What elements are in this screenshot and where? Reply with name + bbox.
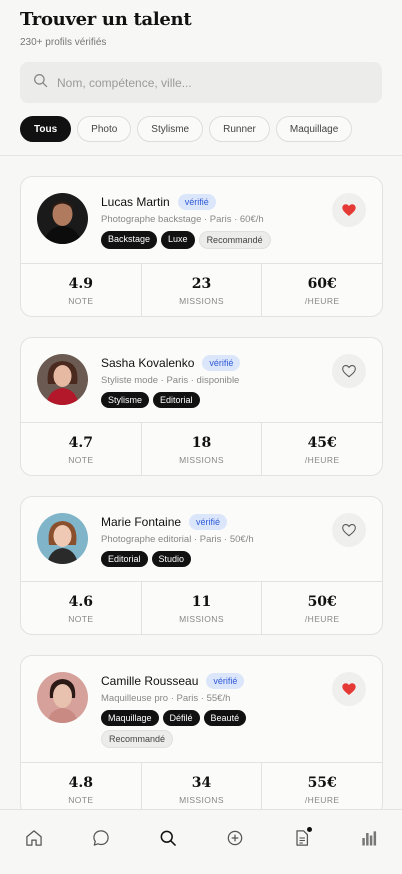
verified-badge: vérifié	[206, 673, 245, 689]
talent-meta: Styliste mode · Paris · disponible	[101, 375, 240, 386]
stat-note-label: NOTE	[68, 614, 94, 624]
tag: Stylisme	[101, 392, 150, 408]
recommended-tag: Recommandé	[198, 231, 271, 249]
stat-rate-label: /HEURE	[304, 614, 340, 624]
notification-dot	[306, 827, 312, 832]
chat-icon	[92, 830, 109, 846]
header: Trouver un talent 230+ profils vérifiés	[0, 0, 402, 48]
talent-card[interactable]: Lucas Martin vérifié Photographe backsta…	[20, 176, 383, 317]
stat-missions-label: MISSIONS	[179, 296, 224, 306]
tag: Luxe	[161, 231, 195, 249]
filter-chip-all[interactable]: Tous	[20, 116, 72, 142]
search-icon	[160, 830, 176, 846]
page-subtitle: 230+ profils vérifiés	[20, 37, 107, 48]
talent-card[interactable]: Marie Fontaine vérifié Photographe edito…	[20, 496, 383, 635]
avatar	[37, 354, 88, 405]
stat-note-value: 4.7	[68, 435, 94, 451]
favorite-button[interactable]	[332, 513, 366, 547]
page-title: Trouver un talent	[20, 9, 192, 30]
nav-add[interactable]	[215, 828, 255, 852]
nav-documents[interactable]	[282, 827, 322, 852]
stat-note-value: 4.6	[68, 594, 94, 610]
stat-missions-value: 11	[191, 594, 212, 610]
heart-filled-icon	[342, 204, 356, 216]
talent-meta: Photographe editorial · Paris · 50€/h	[101, 534, 254, 545]
filter-chip-makeup[interactable]: Maquillage	[275, 116, 353, 142]
stat-rate-label: /HEURE	[304, 455, 340, 465]
nav-search[interactable]	[148, 828, 188, 852]
talent-card[interactable]: Camille Rousseau vérifié Maquilleuse pro…	[20, 655, 383, 816]
talent-name[interactable]: Camille Rousseau	[101, 674, 198, 688]
favorite-button[interactable]	[332, 193, 366, 227]
recommended-tag: Recommandé	[101, 730, 174, 748]
stat-rate-label: /HEURE	[304, 795, 340, 805]
filter-chip-runner[interactable]: Runner	[209, 116, 270, 142]
stats-row: 4.8 NOTE 34 MISSIONS 55€ /HEURE	[21, 762, 382, 815]
verified-badge: vérifié	[202, 355, 241, 371]
tag: Editorial	[101, 551, 148, 567]
stat-rate-value: 45€	[307, 435, 337, 451]
stat-note-label: NOTE	[68, 455, 94, 465]
stat-rate-value: 60€	[307, 276, 337, 292]
tag: Studio	[151, 551, 192, 567]
stat-rate-value: 55€	[307, 775, 337, 791]
talent-name[interactable]: Lucas Martin	[101, 195, 170, 209]
filter-chip-styling[interactable]: Stylisme	[137, 116, 204, 142]
favorite-button[interactable]	[332, 354, 366, 388]
stat-missions-value: 23	[191, 276, 212, 292]
avatar	[37, 193, 88, 244]
stat-note-label: NOTE	[68, 795, 94, 805]
search-bar[interactable]	[20, 62, 382, 103]
verified-badge: vérifié	[177, 194, 216, 210]
tag: Backstage	[101, 231, 158, 249]
stats-row: 4.9 NOTE 23 MISSIONS 60€ /HEURE	[21, 263, 382, 316]
add-icon	[227, 830, 242, 846]
filter-chip-photo[interactable]: Photo	[77, 116, 132, 142]
stats-icon	[361, 831, 376, 846]
nav-home[interactable]	[14, 828, 54, 852]
stat-missions-value: 18	[191, 435, 212, 451]
heart-filled-icon	[342, 683, 356, 695]
search-icon	[33, 73, 48, 93]
talent-list: Lucas Martin vérifié Photographe backsta…	[0, 176, 402, 856]
tag-list: Backstage Luxe Recommandé	[101, 231, 281, 249]
bottom-nav	[0, 809, 402, 874]
avatar	[37, 513, 88, 564]
talent-meta: Maquilleuse pro · Paris · 55€/h	[101, 693, 231, 704]
stat-missions-value: 34	[191, 775, 212, 791]
talent-name[interactable]: Marie Fontaine	[101, 515, 181, 529]
avatar	[37, 672, 88, 723]
stat-rate-value: 50€	[307, 594, 337, 610]
tag-list: Editorial Studio	[101, 551, 281, 567]
nav-messages[interactable]	[81, 828, 121, 852]
stats-row: 4.6 NOTE 11 MISSIONS 50€ /HEURE	[21, 581, 382, 634]
nav-stats[interactable]	[349, 828, 389, 852]
filter-chips: Tous Photo Stylisme Runner Maquillage	[20, 116, 382, 142]
stat-note-value: 4.8	[68, 775, 94, 791]
search-input[interactable]	[57, 75, 337, 90]
home-icon	[25, 830, 42, 846]
tag-list: Stylisme Editorial	[101, 392, 281, 408]
stat-note-value: 4.9	[68, 276, 94, 292]
stat-missions-label: MISSIONS	[179, 455, 224, 465]
stat-missions-label: MISSIONS	[179, 795, 224, 805]
tag: Editorial	[153, 392, 200, 408]
tag: Beauté	[203, 710, 247, 726]
favorite-button[interactable]	[332, 672, 366, 706]
stat-rate-label: /HEURE	[304, 296, 340, 306]
verified-badge: vérifié	[189, 514, 228, 530]
talent-card[interactable]: Sasha Kovalenko vérifié Styliste mode · …	[20, 337, 383, 476]
stat-note-label: NOTE	[68, 296, 94, 306]
stats-row: 4.7 NOTE 18 MISSIONS 45€ /HEURE	[21, 422, 382, 475]
tag-list: Maquillage Défilé Beauté Recommandé	[101, 710, 281, 748]
stat-missions-label: MISSIONS	[179, 614, 224, 624]
tag: Maquillage	[101, 710, 159, 726]
divider	[0, 155, 402, 156]
tag: Défilé	[162, 710, 200, 726]
talent-meta: Photographe backstage · Paris · 60€/h	[101, 214, 264, 225]
heart-outline-icon	[342, 364, 356, 378]
talent-name[interactable]: Sasha Kovalenko	[101, 356, 194, 370]
heart-outline-icon	[342, 523, 356, 537]
